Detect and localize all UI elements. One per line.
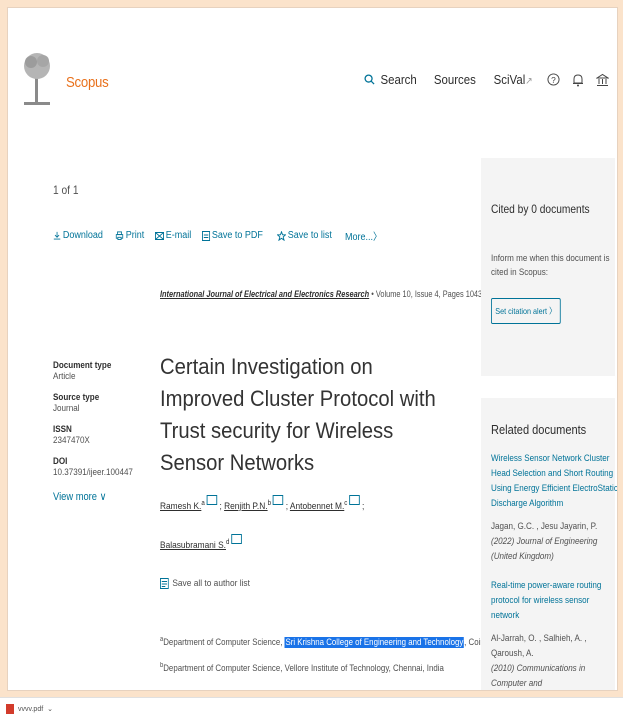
author-sup: a [201, 500, 205, 507]
related-source-text: (2010) Communications in Computer and [491, 663, 586, 689]
chevron-down-icon[interactable]: ⌄ [47, 705, 53, 713]
author-item: Renjith P.N.b ; [224, 495, 289, 513]
related-authors-text: Al-Jarrah, O. , Salhieh, A. , Qaroush, A… [491, 633, 587, 659]
print-label: Print [126, 230, 145, 241]
author-name[interactable]: Balasubramani S. [160, 540, 226, 551]
search-icon [364, 74, 375, 85]
download-item[interactable]: vvvv.pdf ⌄ [6, 704, 53, 714]
top-nav: Search Sources SciVal↗ ? [364, 72, 609, 87]
document-metadata: Document type Article Source type Journa… [53, 360, 143, 503]
related-documents-heading: Related documents [491, 422, 587, 437]
download-icon [53, 231, 61, 240]
related-document-link[interactable]: Wireless Sensor Network Cluster Head Sel… [491, 451, 617, 511]
downloads-bar: vvvv.pdf ⌄ [0, 697, 623, 723]
institution-icon[interactable] [596, 73, 609, 87]
download-filename: vvvv.pdf [18, 705, 44, 713]
download-button[interactable]: Download [53, 228, 103, 243]
issn-label: ISSN [53, 424, 72, 435]
search-link[interactable]: Search [364, 72, 419, 87]
source-type-label: Source type [53, 392, 100, 403]
external-link-icon: ↗ [524, 76, 533, 87]
save-list-label: Save to list [287, 230, 332, 241]
star-icon [277, 230, 287, 241]
affiliation-a: aDepartment of Computer Science, Sri Kri… [160, 636, 531, 649]
author-name[interactable]: Renjith P.N. [224, 501, 268, 512]
search-label: Search [380, 72, 417, 87]
scival-link[interactable]: SciVal↗ [493, 72, 532, 87]
doi-label: DOI [53, 456, 68, 467]
cited-by-heading: Cited by 0 documents [491, 202, 590, 216]
elsevier-logo-icon[interactable] [22, 48, 52, 108]
save-all-label: Save all to author list [172, 578, 250, 589]
author-email-icon[interactable] [272, 495, 284, 506]
author-list: Ramesh K.a ; Renjith P.N.b ; Antobennet … [160, 486, 442, 564]
author-sup: b [267, 500, 272, 507]
save-list-button[interactable]: Save to list [277, 228, 332, 243]
author-item: Antobennet M.c ; [290, 495, 365, 513]
author-separator: ; [362, 501, 365, 513]
scival-label: SciVal [493, 72, 525, 87]
print-button[interactable]: Print [115, 228, 145, 243]
affiliation-b: bDepartment of Computer Science, Vellore… [160, 662, 444, 674]
more-button[interactable]: More...〉 [345, 228, 382, 243]
author-sup: c [344, 500, 348, 507]
document-title: Certain Investigation on Improved Cluste… [160, 354, 436, 475]
related-authors-text: Jagan, G.C. , Jesu Jayarin, P. [491, 521, 598, 532]
related-document-authors: Jagan, G.C. , Jesu Jayarin, P. (2022) Jo… [491, 519, 617, 564]
author-list-icon [160, 578, 169, 589]
author-separator: ; [285, 501, 289, 513]
related-document-link[interactable]: Real-time power-aware routing protocol f… [491, 578, 617, 623]
document-type-value: Article [53, 371, 76, 382]
author-name[interactable]: Ramesh K. [160, 501, 201, 512]
set-citation-alert-button[interactable]: Set citation alert 〉 [491, 298, 561, 324]
email-icon [155, 231, 165, 240]
affiliation-text: Department of Computer Science, Vellore … [163, 663, 444, 675]
affiliation-highlight: Sri Krishna College of Engineering and T… [284, 637, 465, 649]
sources-link[interactable]: Sources [434, 72, 476, 87]
print-icon [116, 231, 124, 240]
related-document-authors: Al-Jarrah, O. , Salhieh, A. , Qaroush, A… [491, 631, 617, 690]
author-email-icon[interactable] [349, 495, 360, 506]
author-item: Ramesh K.a ; [160, 495, 222, 513]
source-type-value: Journal [53, 403, 80, 414]
doi-value: 10.37391/ijeer.100447 [53, 467, 133, 478]
author-separator: ; [219, 501, 222, 513]
author-email-icon[interactable] [231, 534, 242, 545]
author-email-icon[interactable] [206, 495, 218, 506]
pdf-file-icon [6, 704, 14, 714]
related-source-text: (2022) Journal of Engineering (United Ki… [491, 536, 598, 562]
save-all-authors-button[interactable]: Save all to author list [160, 578, 250, 589]
author-name[interactable]: Antobennet M. [290, 501, 344, 512]
journal-line: International Journal of Electrical and … [160, 289, 528, 299]
scopus-logo-text[interactable]: Scopus [66, 74, 109, 91]
affiliation-dept: Department of Computer Science, [163, 637, 283, 649]
scopus-page: Scopus Search Sources SciVal↗ ? 1 of 1 D… [7, 7, 618, 691]
related-documents-panel: Related documents Wireless Sensor Networ… [481, 398, 617, 690]
pdf-icon [202, 230, 211, 241]
author-item: Balasubramani S.d [160, 534, 242, 551]
bell-icon[interactable] [572, 73, 584, 87]
issn-value: 2347470X [53, 435, 90, 446]
document-type-label: Document type [53, 360, 112, 371]
email-button[interactable]: E-mail [155, 228, 191, 243]
document-toolbar: Download Print E-mail Save to PDF Save t… [53, 228, 386, 243]
save-pdf-label: Save to PDF [212, 230, 264, 241]
result-count: 1 of 1 [53, 183, 79, 197]
view-more-link[interactable]: View more ∨ [53, 490, 130, 503]
author-sup: d [225, 539, 230, 547]
cited-by-panel: Cited by 0 documents Inform me when this… [481, 158, 615, 376]
save-pdf-button[interactable]: Save to PDF [202, 228, 263, 243]
svg-text:?: ? [551, 75, 556, 85]
help-icon[interactable]: ? [547, 73, 560, 86]
journal-name[interactable]: International Journal of Electrical and … [160, 289, 369, 299]
email-label: E-mail [165, 230, 192, 241]
download-label: Download [62, 230, 103, 241]
citation-alert-text: Inform me when this document is cited in… [491, 253, 610, 278]
